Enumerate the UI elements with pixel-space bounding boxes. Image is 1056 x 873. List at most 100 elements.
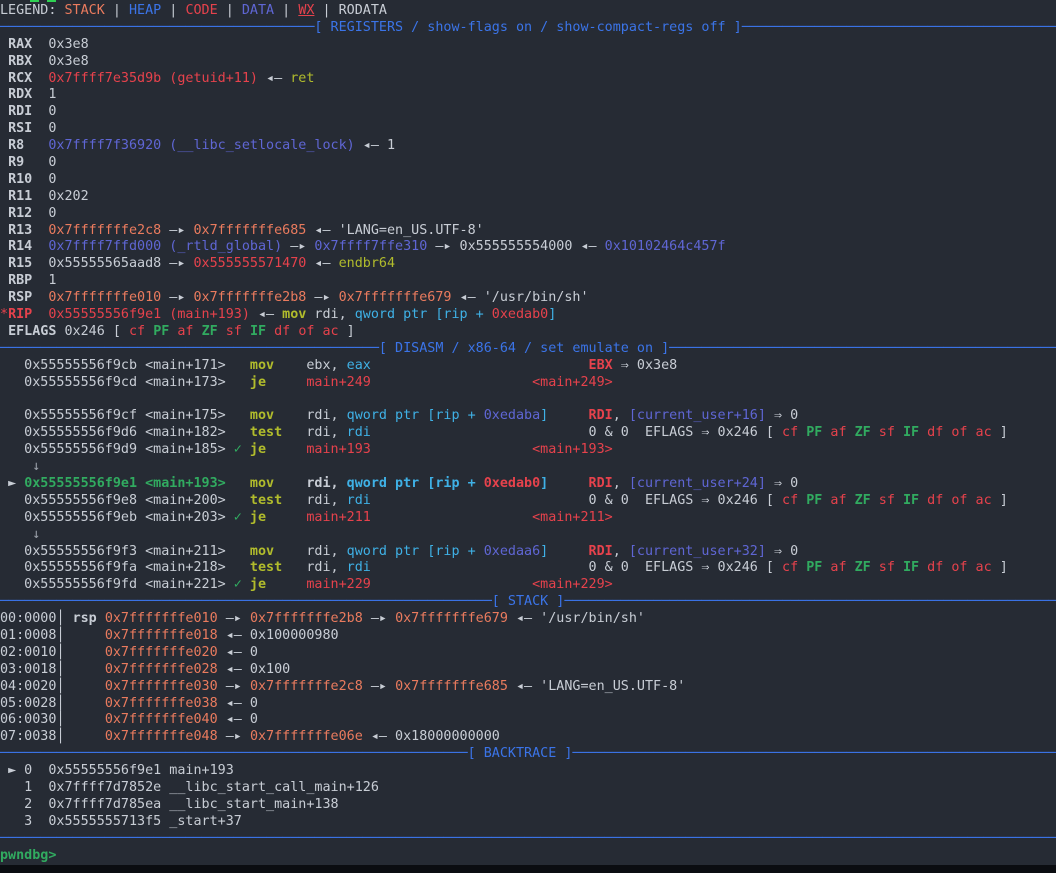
branch-taken-icon: ✓ [234, 510, 242, 525]
text: PF [806, 493, 822, 508]
pointer-arrow-icon: —▸ [363, 679, 395, 694]
text [32, 273, 48, 288]
register-name: R9 [8, 155, 24, 170]
text [847, 425, 855, 440]
text: 0x55555565aad8 [48, 256, 161, 271]
register-name: R15 [8, 256, 32, 271]
text [371, 577, 532, 592]
text [0, 290, 8, 305]
frame-arrow-icon: ► [8, 763, 16, 778]
register-value: 0x202 [48, 189, 88, 204]
text: 0x55555556f9fd <main+221> [0, 577, 234, 592]
text: main+211 [306, 510, 371, 525]
text: | [274, 3, 298, 18]
text: qword ptr [rip + [347, 408, 484, 423]
text: rdi [306, 560, 330, 575]
text: rdi, [314, 307, 354, 322]
text: 0x7ffff7ffe310 [314, 239, 427, 254]
text: 0x7fffffffe2b8 [250, 611, 363, 626]
text: ◂— '/usr/bin/sh' [452, 290, 589, 305]
text: df [927, 560, 943, 575]
text: qword ptr [rip + [347, 476, 484, 491]
text: 0x555555554000 [460, 239, 573, 254]
mnemonic: je [250, 510, 306, 525]
register-name: R13 [8, 223, 32, 238]
text [871, 560, 879, 575]
text [919, 560, 927, 575]
text [548, 476, 588, 491]
text: 0x7ffff7d7852e __libc_start_call_main+12… [48, 780, 379, 795]
text [798, 560, 806, 575]
text: 0xedaa6 [484, 544, 540, 559]
text [798, 493, 806, 508]
text: RDI [589, 408, 613, 423]
text: df [927, 493, 943, 508]
text [967, 493, 975, 508]
text [242, 442, 250, 457]
text [0, 223, 8, 238]
gdb-prompt-line[interactable]: pwndbg> [0, 848, 1056, 865]
text [0, 172, 8, 187]
register-row-rbx: RBX 0x3e8 [0, 54, 1056, 71]
text: RDI [589, 544, 613, 559]
text: 0x7fffffffe020 [105, 645, 218, 660]
disasm-row: 0x55555556f9d6 <main+182> test rdi, rdi … [0, 425, 1056, 442]
text: ebx [306, 358, 330, 373]
text: │ [56, 611, 64, 626]
stack-offset: 01:0008 [0, 628, 56, 643]
deref-arrow-icon: ◂— [306, 256, 338, 271]
legend-label: LEGEND: [0, 3, 65, 18]
text: sf [879, 560, 895, 575]
register-value: 0x3e8 [48, 54, 88, 69]
text: 0x7fffffffe040 [105, 712, 218, 727]
text: │ [56, 729, 64, 744]
mnemonic: je [250, 577, 306, 592]
text [32, 256, 48, 271]
text: 0x7fffffffe018 [105, 628, 218, 643]
text: ] [548, 307, 556, 322]
text: ◂— 0x100000980 [218, 628, 339, 643]
text: ] [339, 324, 355, 339]
terminal-bottom-bar [0, 865, 1056, 873]
text: 0x5555555713f5 _start+37 [48, 814, 241, 829]
deref-arrow-icon: ◂— [250, 307, 282, 322]
text: , [331, 493, 347, 508]
register-name: RIP [8, 307, 32, 322]
text: of [951, 425, 967, 440]
mnemonic: mov [250, 358, 306, 373]
stack-row: 04:0020│ 0x7fffffffe030 —▸ 0x7fffffffe2c… [0, 679, 1056, 696]
register-value: 0 [48, 172, 56, 187]
text [32, 290, 48, 305]
register-value: 0 [48, 121, 56, 136]
text: rdi [347, 493, 371, 508]
mnemonic: test [250, 425, 306, 440]
legend-code: CODE [185, 3, 217, 18]
section-rule: ─────────────────────────────────────── [742, 20, 1056, 35]
stack-offset: 05:0028 [0, 696, 56, 711]
stack-offset: 04:0020 [0, 679, 56, 694]
text: df [274, 324, 290, 339]
text: | [314, 3, 338, 18]
registers-section-header-title: [ REGISTERS / show-flags on / show-compa… [314, 20, 741, 35]
backtrace-row: 3 0x5555555713f5 _start+37 [0, 814, 1056, 831]
text: ⇒ 0 [766, 408, 798, 423]
text [32, 37, 48, 52]
text: EFLAGS ⇒ 0x246 [ [645, 560, 782, 575]
text [0, 206, 8, 221]
prompt-separator: ────────────────────────────────────────… [0, 831, 1056, 848]
register-name: R8 [8, 138, 24, 153]
pointer-arrow-icon: —▸ [427, 239, 459, 254]
register-name: RBX [8, 54, 32, 69]
disasm-row: 0x55555556f9cf <main+175> mov rdi, qword… [0, 408, 1056, 425]
disasm-section-header-title: [ DISASM / x86-64 / set emulate on ] [379, 341, 669, 356]
text: 0x55555556f9e1 (main+193) [48, 307, 250, 322]
text: cf [782, 425, 798, 440]
section-rule: ────────────────────────────────────────… [572, 746, 1056, 761]
text: ] [992, 493, 1008, 508]
text [242, 510, 250, 525]
text: 0x7fffffffe2c8 [48, 223, 161, 238]
disasm-row: 0x55555556f9fa <main+218> test rdi, rdi … [0, 560, 1056, 577]
text [798, 425, 806, 440]
text: 0x7fffffffe010 [105, 611, 218, 626]
text: rdi [347, 425, 371, 440]
